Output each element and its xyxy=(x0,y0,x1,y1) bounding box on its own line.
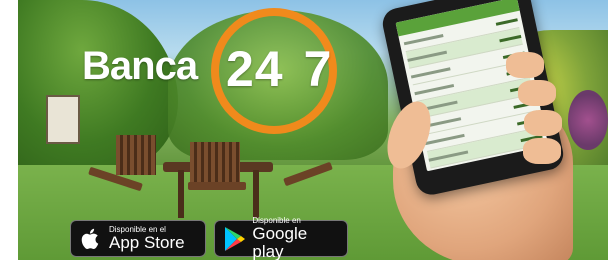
app-store-badge[interactable]: Disponible en el App Store xyxy=(70,220,206,257)
finger xyxy=(506,52,544,78)
finger xyxy=(524,110,562,136)
google-play-label: Google play xyxy=(252,224,308,260)
promo-banner: Banca 24 7 Disponible en el App Store Di… xyxy=(18,0,608,260)
house xyxy=(46,95,80,144)
app-store-label: App Store xyxy=(109,233,185,252)
brand-name: Banca xyxy=(82,44,198,88)
flower-bush xyxy=(568,90,608,150)
google-play-badge[interactable]: Disponible en Google play xyxy=(214,216,348,260)
table-leg xyxy=(178,170,184,218)
chair xyxy=(188,182,246,190)
logo-number-24: 24 xyxy=(226,41,284,97)
apple-icon xyxy=(77,225,105,253)
finger xyxy=(518,80,556,106)
finger xyxy=(523,138,561,164)
chair-back xyxy=(116,135,156,175)
chair-back xyxy=(190,142,240,182)
table-leg xyxy=(253,170,259,218)
logo-number: 24 7 xyxy=(226,40,332,98)
logo-number-7: 7 xyxy=(303,41,333,97)
google-play-icon xyxy=(221,225,248,253)
